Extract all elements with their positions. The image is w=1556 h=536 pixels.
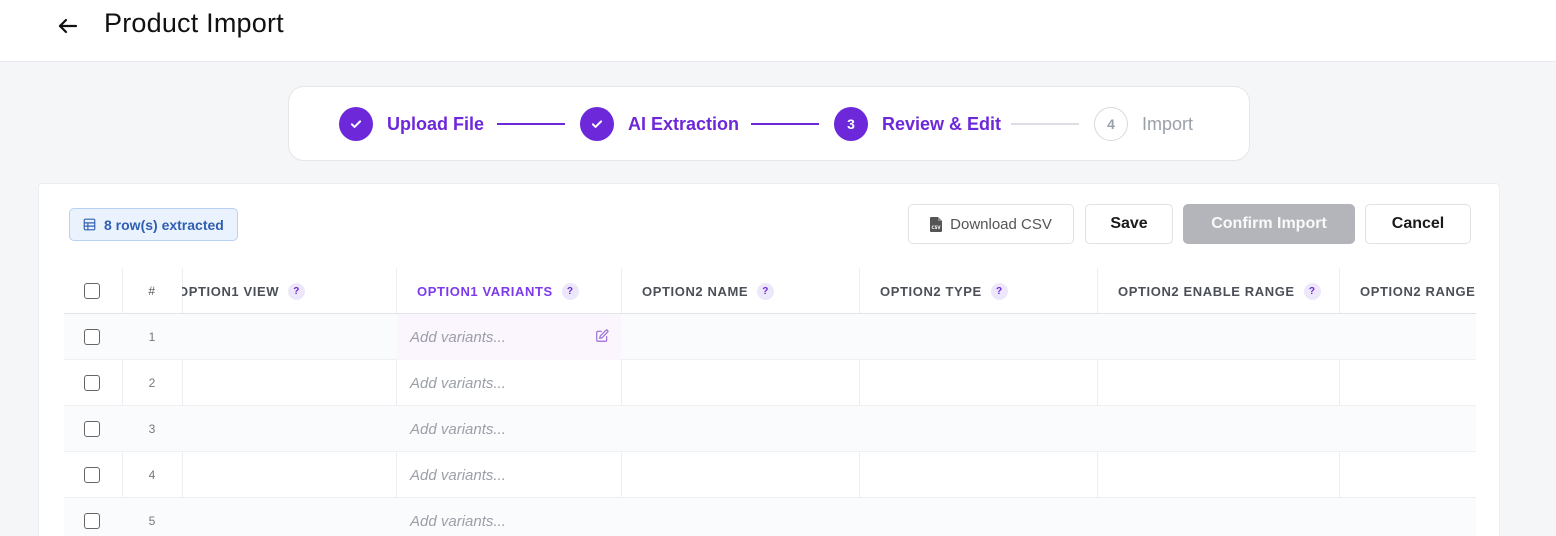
- review-card: 8 row(s) extracted CSV Download CSV Save…: [38, 183, 1500, 536]
- svg-text:CSV: CSV: [932, 225, 942, 230]
- download-csv-button[interactable]: CSV Download CSV: [908, 204, 1074, 244]
- column-header-label: OPTION2 ENABLE RANGE: [1118, 283, 1295, 299]
- row-select-cell: [84, 406, 100, 452]
- column-header-label: OPTION1 VARIANTS: [417, 283, 553, 299]
- back-button[interactable]: [54, 12, 82, 40]
- column-header-option2-type[interactable]: OPTION2 TYPE ?: [859, 268, 1097, 314]
- help-icon[interactable]: ?: [561, 282, 579, 300]
- column-header-label: OPTION2 NAME: [642, 283, 749, 299]
- help-icon[interactable]: ?: [757, 282, 775, 300]
- help-icon[interactable]: ?: [990, 282, 1008, 300]
- cancel-button[interactable]: Cancel: [1365, 204, 1471, 244]
- step-connector: [497, 123, 565, 125]
- row-number: 1: [148, 330, 156, 344]
- column-header-option2-enable-range[interactable]: OPTION2 ENABLE RANGE ?: [1097, 268, 1339, 314]
- table-icon: [83, 218, 96, 231]
- row-number: 4: [148, 468, 156, 482]
- column-header-option1-view[interactable]: OPTION1 VIEW ?: [182, 268, 396, 314]
- rows-extracted-text: 8 row(s) extracted: [104, 216, 224, 233]
- row-number: 5: [148, 514, 156, 528]
- row-checkbox[interactable]: [84, 513, 100, 529]
- variants-placeholder: Add variants...: [410, 328, 506, 346]
- check-icon: [339, 107, 373, 141]
- arrow-left-icon: [58, 18, 78, 34]
- row-checkbox[interactable]: [84, 375, 100, 391]
- row-number-header: #: [148, 284, 156, 298]
- step-number: 4: [1094, 107, 1128, 141]
- variants-cell[interactable]: Add variants...: [397, 406, 621, 452]
- step-upload-file: Upload File: [339, 107, 484, 141]
- column-header-label: OPTION1 VIEW: [182, 283, 280, 299]
- table-row: 3 Add variants...: [64, 406, 1476, 452]
- save-button[interactable]: Save: [1085, 204, 1173, 244]
- help-icon[interactable]: ?: [288, 282, 306, 300]
- csv-file-icon: CSV: [930, 216, 943, 232]
- confirm-import-button[interactable]: Confirm Import: [1183, 204, 1355, 244]
- rows-extracted-badge: 8 row(s) extracted: [69, 208, 238, 241]
- step-review-edit: 3 Review & Edit: [834, 107, 1001, 141]
- page-title: Product Import: [104, 8, 284, 38]
- column-header-label: OPTION2 TYPE: [880, 283, 982, 299]
- variants-placeholder: Add variants...: [410, 466, 506, 484]
- column-header-option2-range[interactable]: OPTION2 RANGE: [1339, 268, 1476, 314]
- check-icon: [580, 107, 614, 141]
- variants-placeholder: Add variants...: [410, 374, 506, 392]
- row-select-cell: [84, 498, 100, 536]
- row-select-cell: [84, 360, 100, 406]
- step-import: 4 Import: [1094, 107, 1193, 141]
- row-number: 2: [148, 376, 156, 390]
- step-label: AI Extraction: [628, 113, 740, 134]
- step-number: 3: [834, 107, 868, 141]
- table-header: # OPTION1 VIEW ? OPTION1 VARIANTS ? OPTI…: [64, 268, 1476, 314]
- download-csv-label: Download CSV: [950, 215, 1052, 233]
- variants-cell[interactable]: Add variants...: [397, 360, 621, 406]
- edit-icon[interactable]: [595, 329, 609, 343]
- help-icon[interactable]: ?: [1303, 282, 1321, 300]
- select-all-checkbox[interactable]: [84, 283, 100, 299]
- row-checkbox[interactable]: [84, 467, 100, 483]
- step-connector: [751, 123, 819, 125]
- table-row: 5 Add variants...: [64, 498, 1476, 536]
- variants-placeholder: Add variants...: [410, 420, 506, 438]
- import-stepper: Upload File AI Extraction 3 Review & Edi…: [288, 86, 1250, 161]
- row-number: 3: [148, 422, 156, 436]
- step-ai-extraction: AI Extraction: [580, 107, 739, 141]
- variants-cell[interactable]: Add variants...: [397, 452, 621, 498]
- top-bar: Product Import: [0, 0, 1556, 62]
- row-select-cell: [84, 452, 100, 498]
- variants-cell[interactable]: Add variants...: [397, 498, 621, 536]
- table-row: 2 Add variants...: [64, 360, 1476, 406]
- table-row: 4 Add variants...: [64, 452, 1476, 498]
- row-checkbox[interactable]: [84, 421, 100, 437]
- select-all-cell: [84, 268, 104, 314]
- table-row: 1 Add variants...: [64, 314, 1476, 360]
- column-header-label: OPTION2 RANGE: [1360, 283, 1476, 299]
- column-header-option1-variants[interactable]: OPTION1 VARIANTS ?: [396, 268, 621, 314]
- step-label: Review & Edit: [882, 113, 1002, 134]
- variants-cell[interactable]: Add variants...: [397, 314, 621, 360]
- step-connector: [1011, 123, 1079, 125]
- row-select-cell: [84, 314, 100, 360]
- column-header-option2-name[interactable]: OPTION2 NAME ?: [621, 268, 859, 314]
- row-checkbox[interactable]: [84, 329, 100, 345]
- step-label: Import: [1142, 113, 1194, 134]
- variants-placeholder: Add variants...: [410, 512, 506, 530]
- step-label: Upload File: [387, 113, 485, 134]
- extracted-data-grid: # OPTION1 VIEW ? OPTION1 VARIANTS ? OPTI…: [64, 268, 1476, 536]
